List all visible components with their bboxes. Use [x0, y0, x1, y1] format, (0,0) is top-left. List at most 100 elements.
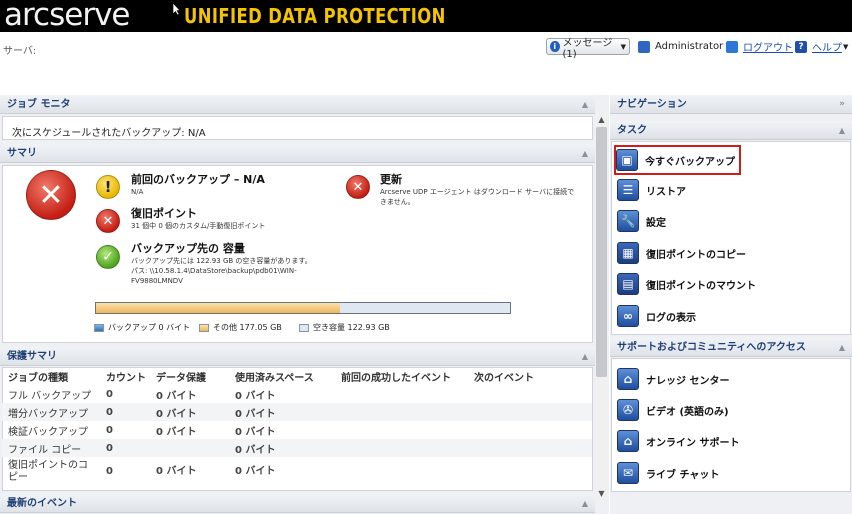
collapse-icon[interactable]: ▲ [839, 121, 845, 140]
glasses-icon: ∞ [617, 305, 639, 327]
film-reel-icon: ✇ [617, 399, 639, 421]
check-icon: ✓ [96, 245, 120, 269]
space-used-cell: 0 バイト [229, 403, 335, 421]
collapse-icon[interactable]: ▲ [582, 144, 588, 163]
col-data-protected: データ保護 [156, 373, 206, 384]
live-chat-link[interactable]: ✉ ライブ チャット [617, 460, 719, 486]
next-event-cell [468, 439, 592, 457]
collapse-icon[interactable]: ▲ [582, 95, 588, 114]
server-label: サーバ: [3, 46, 37, 57]
support-header[interactable]: サポートおよびコミュニティへのアクセス ▲ [610, 338, 852, 357]
legend-other-label: その他 177.05 GB [213, 323, 282, 332]
messages-button[interactable]: i メッセージ (1) ▼ [546, 38, 630, 60]
chat-icon: ✉ [617, 462, 639, 484]
logout-link[interactable]: ログアウト [726, 38, 793, 55]
recovery-title: 復旧ポイント [131, 207, 197, 220]
last-backup-title: 前回のバックアップ – N/A [131, 173, 265, 186]
space-used-cell: 0 バイト [235, 466, 276, 477]
main-scrollbar[interactable]: ▲ ▼ [595, 113, 608, 500]
task-label: 今すぐバックアップ [645, 156, 735, 168]
support-home-icon: ⌂ [617, 430, 639, 452]
task-label: 復旧ポイントのマウント [646, 280, 756, 292]
task-label: 設定 [646, 217, 666, 229]
last-success-cell [335, 385, 468, 403]
protection-summary-title: 保護サマリ [7, 351, 57, 362]
next-schedule-text: 次にスケジュールされたバックアップ: N/A [12, 128, 206, 139]
double-chevron-right-icon[interactable]: » [839, 95, 845, 114]
tasks-header[interactable]: タスク ▲ [610, 121, 852, 140]
summary-header[interactable]: サマリ ▲ [0, 144, 595, 163]
copy-recovery-point-task[interactable]: ▦ 復旧ポイントのコピー [617, 240, 746, 266]
support-title: サポートおよびコミュニティへのアクセス [617, 342, 806, 353]
help-link[interactable]: ? ヘルプ ▼ [795, 38, 848, 55]
error-status-icon: ✕ [26, 170, 76, 220]
table-row: ファイル コピー 0 0 バイト [2, 439, 592, 457]
destination-title: バックアップ先の 容量 [131, 242, 245, 255]
top-banner: arcserve UNIFIED DATA PROTECTION [0, 0, 852, 33]
support-label: オンライン サポート [646, 437, 740, 449]
data-protected-cell: 0 バイト [156, 426, 197, 438]
job-type-cell: 復旧ポイントのコピー [8, 460, 88, 483]
collapse-icon[interactable]: ▲ [582, 347, 588, 366]
scroll-thumb[interactable] [596, 127, 607, 377]
space-used-cell: 0 バイト [235, 390, 276, 402]
count-cell: 0 [100, 439, 150, 457]
user-menu: Administrator [638, 38, 723, 55]
job-type-cell: ファイル コピー [2, 439, 100, 457]
job-monitor-header[interactable]: ジョブ モニタ ▲ [0, 95, 595, 114]
other-swatch [199, 323, 209, 332]
scroll-down-icon[interactable]: ▼ [595, 487, 608, 500]
support-label: ナレッジ センター [646, 375, 730, 387]
capacity-used-fill [96, 303, 341, 313]
backup-now-task[interactable]: ▣ 今すぐバックアップ [614, 145, 741, 175]
protection-summary-header[interactable]: 保護サマリ ▲ [0, 347, 595, 366]
next-event-cell [468, 457, 592, 487]
destination-path: パス: \\10.58.1.4\DataStore\backup\pdb01\W… [131, 267, 297, 275]
error-icon: ✕ [346, 175, 370, 199]
capacity-bar [95, 302, 511, 314]
navigation-title: ナビゲーション [617, 99, 687, 110]
free-swatch [299, 323, 309, 332]
mount-icon: ▤ [617, 273, 639, 295]
support-label: ライブ チャット [646, 469, 720, 481]
help-label: ヘルプ [812, 43, 842, 54]
legend-other: その他 177.05 GB [199, 322, 282, 333]
navigation-header[interactable]: ナビゲーション » [610, 95, 852, 114]
knowledge-center-link[interactable]: ⌂ ナレッジ センター [617, 366, 729, 392]
space-used-cell: 0 バイト [229, 439, 335, 457]
logout-label: ログアウト [743, 43, 793, 54]
view-logs-task[interactable]: ∞ ログの表示 [617, 303, 696, 329]
pointer-cursor-icon [172, 2, 180, 16]
collapse-icon[interactable]: ▲ [582, 494, 588, 513]
update-summary: 更新 Arcserve UDP エージェント はダウンロード サーバに接続で き… [380, 173, 574, 207]
mount-recovery-point-task[interactable]: ▤ 復旧ポイントのマウント [617, 271, 756, 297]
data-protected-cell: 0 バイト [150, 403, 229, 421]
collapse-icon[interactable]: ▲ [839, 338, 845, 357]
error-icon: ✕ [96, 209, 120, 233]
scroll-up-icon[interactable]: ▲ [595, 113, 608, 126]
settings-task[interactable]: 🔧 設定 [617, 208, 666, 234]
next-event-cell [468, 421, 592, 439]
count-cell: 0 [106, 424, 113, 436]
brand-logo: arcserve [4, 0, 130, 33]
recent-events-title: 最新のイベント [7, 498, 77, 509]
info-icon: i [550, 41, 560, 52]
warning-icon: ! [96, 175, 120, 199]
backup-swatch [94, 323, 104, 332]
update-status: Arcserve UDP エージェント はダウンロード サーバに接続で [380, 188, 575, 196]
table-row: 検証バックアップ 0 0 バイト 0 バイト [2, 421, 592, 439]
recent-events-header[interactable]: 最新のイベント ▲ [0, 494, 595, 513]
task-label: ログの表示 [646, 312, 696, 324]
chevron-down-icon: ▼ [620, 42, 626, 51]
col-next-event: 次のイベント [474, 373, 534, 384]
video-link[interactable]: ✇ ビデオ (英語のみ) [617, 397, 729, 423]
job-type-cell: 検証バックアップ [8, 426, 88, 438]
last-success-cell [335, 421, 468, 439]
recovery-status: 31 個中 0 個のカスタム/手動復旧ポイント [131, 222, 266, 230]
logout-icon [726, 40, 738, 53]
online-support-link[interactable]: ⌂ オンライン サポート [617, 428, 739, 454]
product-name: UNIFIED DATA PROTECTION [184, 4, 446, 28]
count-cell: 0 [100, 403, 150, 421]
last-success-cell [335, 457, 468, 487]
restore-task[interactable]: ☰ リストア [617, 177, 686, 203]
